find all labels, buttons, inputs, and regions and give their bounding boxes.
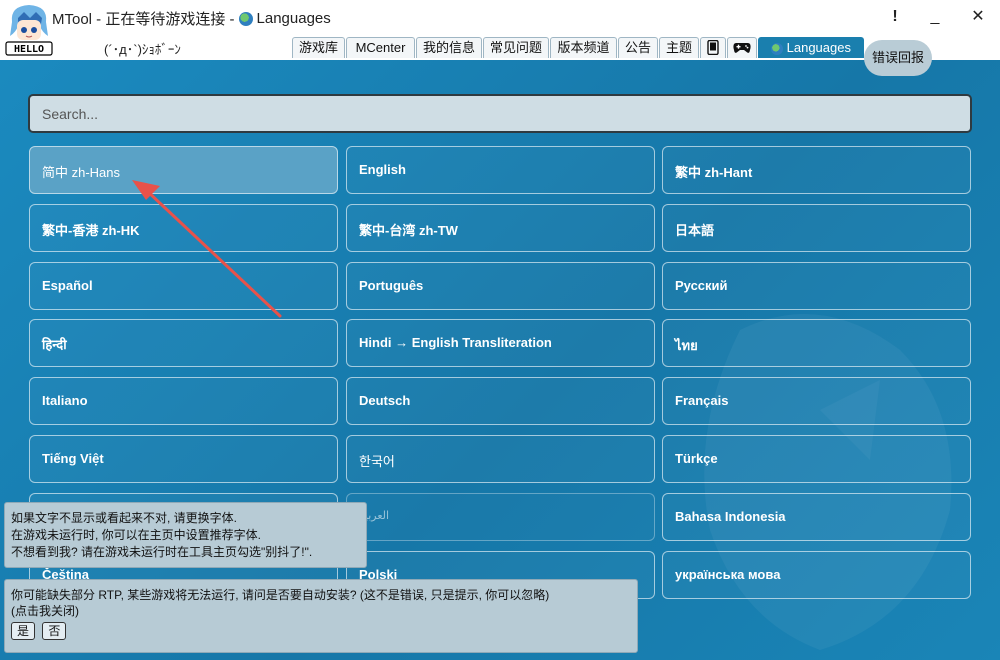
- language-hindi-button[interactable]: हिन्दी: [29, 319, 338, 367]
- language-arabic-button[interactable]: العربية: [346, 493, 655, 541]
- rtp-yes-button[interactable]: 是: [11, 622, 35, 640]
- language-thai-button[interactable]: ไทย: [662, 319, 971, 367]
- language-zh-hk-button[interactable]: 繁中-香港 zh-HK: [29, 204, 338, 252]
- language-english-button[interactable]: English: [346, 146, 655, 194]
- window-title-text: MTool - 正在等待游戏连接 -: [52, 11, 235, 28]
- phone-icon: [707, 39, 719, 56]
- tab-faq[interactable]: 常见问题: [483, 37, 549, 58]
- logo-text: HELLO: [14, 44, 44, 55]
- tab-bar: (´･д･`)ｼｮﾎﾞｰﾝ 游戏库 MCenter 我的信息 常见问题 版本频道…: [0, 34, 1000, 60]
- language-french-button[interactable]: Français: [662, 377, 971, 425]
- language-vietnamese-button[interactable]: Tiếng Việt: [29, 435, 338, 483]
- tab-gamepad[interactable]: [727, 37, 757, 58]
- tab-phone[interactable]: [700, 37, 726, 58]
- tab-my-info[interactable]: 我的信息: [416, 37, 482, 58]
- font-notice-line-3: 不想看到我? 请在游戏未运行时在工具主页勾选"别抖了!".: [11, 545, 313, 559]
- tab-languages[interactable]: Languages: [758, 37, 864, 58]
- error-report-button[interactable]: !: [880, 4, 910, 30]
- app-logo: HELLO: [5, 5, 53, 56]
- globe-icon: [238, 11, 253, 26]
- tab-version-channel[interactable]: 版本频道: [550, 37, 617, 58]
- rtp-notice[interactable]: 你可能缺失部分 RTP, 某些游戏将无法运行, 请问是否要自动安装? (这不是错…: [4, 579, 638, 653]
- language-zh-hans-button[interactable]: 简中 zh-Hans: [29, 146, 338, 194]
- language-russian-button[interactable]: Русский: [662, 262, 971, 310]
- search-input[interactable]: Search...: [28, 94, 972, 133]
- window-title: MTool - 正在等待游戏连接 - Languages: [52, 8, 331, 29]
- close-button[interactable]: ✕: [963, 4, 993, 30]
- gamepad-icon: [733, 43, 751, 53]
- language-korean-button[interactable]: 한국어: [346, 435, 655, 483]
- language-indonesian-button[interactable]: Bahasa Indonesia: [662, 493, 971, 541]
- tab-game-library[interactable]: 游戏库: [292, 37, 345, 58]
- tab-announcement[interactable]: 公告: [618, 37, 658, 58]
- language-japanese-button[interactable]: 日本語: [662, 204, 971, 252]
- languages-panel: Search... 简中 zh-Hans English 繁中 zh-Hant …: [0, 60, 1000, 660]
- tab-languages-label: Languages: [786, 40, 851, 55]
- language-spanish-button[interactable]: Español: [29, 262, 338, 310]
- rtp-no-button[interactable]: 否: [42, 622, 67, 640]
- font-notice-line-1: 如果文字不显示或看起来不对, 请更换字体.: [11, 511, 238, 525]
- tab-mcenter[interactable]: MCenter: [346, 37, 415, 58]
- rtp-notice-message: 你可能缺失部分 RTP, 某些游戏将无法运行, 请问是否要自动安装? (这不是错…: [11, 588, 550, 602]
- minimize-button[interactable]: _: [920, 4, 950, 30]
- language-portuguese-button[interactable]: Português: [346, 262, 655, 310]
- title-bar: MTool - 正在等待游戏连接 - Languages ! _ ✕: [0, 0, 1000, 35]
- error-report-tooltip: 错误回报: [864, 40, 932, 76]
- font-notice[interactable]: 如果文字不显示或看起来不对, 请更换字体. 在游戏未运行时, 你可以在主页中设置…: [4, 502, 367, 568]
- window-title-suffix: Languages: [256, 10, 331, 27]
- language-zh-tw-button[interactable]: 繁中-台湾 zh-TW: [346, 204, 655, 252]
- language-zh-hant-button[interactable]: 繁中 zh-Hant: [662, 146, 971, 194]
- language-hindi-translit-button[interactable]: Hindi → English Transliteration: [346, 319, 655, 367]
- tab-theme[interactable]: 主题: [659, 37, 699, 58]
- rtp-notice-close-hint[interactable]: (点击我关闭): [11, 603, 631, 619]
- language-italian-button[interactable]: Italiano: [29, 377, 338, 425]
- language-ukrainian-button[interactable]: українська мова: [662, 551, 971, 599]
- language-german-button[interactable]: Deutsch: [346, 377, 655, 425]
- globe-icon: [771, 42, 784, 55]
- kaomoji-text: (´･д･`)ｼｮﾎﾞｰﾝ: [104, 42, 181, 57]
- font-notice-line-2: 在游戏未运行时, 你可以在主页中设置推荐字体.: [11, 528, 262, 542]
- language-turkish-button[interactable]: Türkçe: [662, 435, 971, 483]
